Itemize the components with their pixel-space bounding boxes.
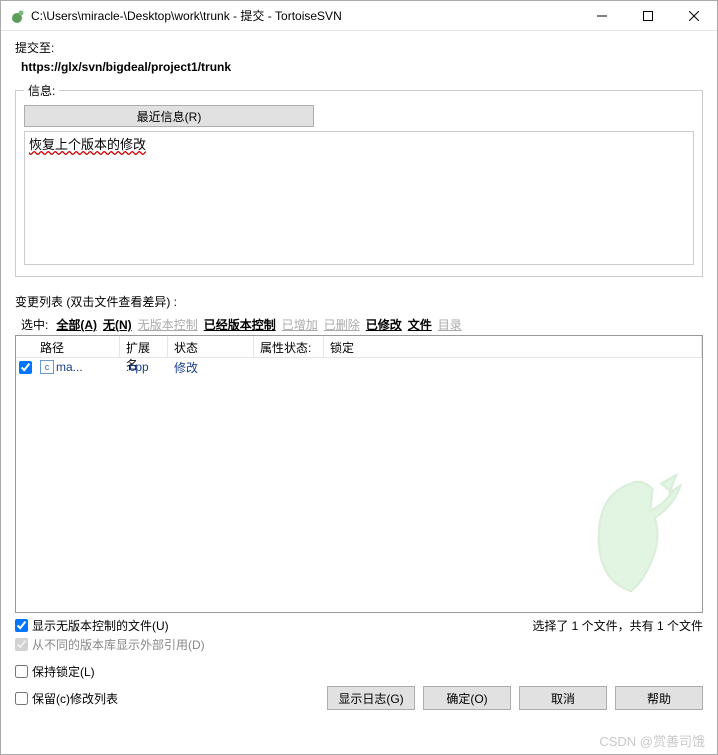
col-lock[interactable]: 锁定 bbox=[324, 336, 702, 357]
file-list-header: 路径 扩展名 状态 属性状态: 锁定 bbox=[16, 336, 702, 358]
col-checkbox[interactable] bbox=[16, 336, 34, 357]
show-externals-label: 从不同的版本库显示外部引用(D) bbox=[32, 636, 205, 653]
titlebar: C:\Users\miracle-\Desktop\work\trunk - 提… bbox=[1, 1, 717, 31]
filter-无版本控制: 无版本控制 bbox=[138, 318, 198, 332]
file-list-body[interactable]: cma... .cpp修改 bbox=[16, 358, 702, 612]
button-row: 保留(c)修改列表 显示日志(G) 确定(O) 取消 帮助 bbox=[15, 686, 703, 710]
filter-已经版本控制[interactable]: 已经版本控制 bbox=[204, 318, 276, 332]
selection-info: 选择了 1 个文件，共有 1 个文件 bbox=[532, 617, 703, 634]
maximize-button[interactable] bbox=[625, 1, 671, 30]
window-controls bbox=[579, 1, 717, 30]
col-propstatus[interactable]: 属性状态: bbox=[254, 336, 324, 357]
ok-button[interactable]: 确定(O) bbox=[423, 686, 511, 710]
info-legend: 信息: bbox=[24, 82, 59, 99]
filter-全部(A)[interactable]: 全部(A) bbox=[56, 318, 97, 332]
below-list: 显示无版本控制的文件(U) 从不同的版本库显示外部引用(D) 选择了 1 个文件… bbox=[15, 617, 703, 653]
commit-message-input[interactable]: 恢复上个版本的修改 bbox=[24, 131, 694, 265]
show-externals-input bbox=[15, 638, 28, 651]
checks-left: 显示无版本控制的文件(U) 从不同的版本库显示外部引用(D) bbox=[15, 617, 205, 653]
recent-messages-button[interactable]: 最近信息(R) bbox=[24, 105, 314, 127]
col-ext[interactable]: 扩展名 bbox=[120, 336, 168, 357]
changelist-label: 变更列表 (双击文件查看差异) : bbox=[15, 293, 703, 310]
help-button[interactable]: 帮助 bbox=[615, 686, 703, 710]
file-name: ma... bbox=[56, 360, 83, 374]
filter-row: 选中: 全部(A) 无(N) 无版本控制已经版本控制已增加已删除已修改文件目录 bbox=[15, 314, 703, 335]
commit-url: https://glx/svn/bigdeal/project1/trunk bbox=[15, 60, 703, 74]
commit-to-label: 提交至: bbox=[15, 39, 703, 56]
table-row[interactable]: cma... .cpp修改 bbox=[16, 358, 702, 376]
filter-目录: 目录 bbox=[438, 318, 462, 332]
file-status: 修改 bbox=[168, 359, 254, 376]
filter-label: 选中: bbox=[21, 316, 48, 333]
col-path[interactable]: 路径 bbox=[34, 336, 120, 357]
filter-无(N)[interactable]: 无(N) bbox=[103, 318, 132, 332]
col-status[interactable]: 状态 bbox=[168, 336, 254, 357]
window-title: C:\Users\miracle-\Desktop\work\trunk - 提… bbox=[31, 7, 579, 24]
file-type-icon: c bbox=[40, 360, 54, 374]
keep-locks-checkbox[interactable]: 保持锁定(L) bbox=[15, 663, 703, 680]
filter-文件[interactable]: 文件 bbox=[408, 318, 432, 332]
content: 提交至: https://glx/svn/bigdeal/project1/tr… bbox=[1, 31, 717, 754]
filter-已修改[interactable]: 已修改 bbox=[366, 318, 402, 332]
keep-locks-input[interactable] bbox=[15, 665, 28, 678]
show-unversioned-label: 显示无版本控制的文件(U) bbox=[32, 617, 169, 634]
filter-已增加: 已增加 bbox=[282, 318, 318, 332]
show-unversioned-checkbox[interactable]: 显示无版本控制的文件(U) bbox=[15, 617, 205, 634]
commit-to-section: 提交至: https://glx/svn/bigdeal/project1/tr… bbox=[15, 39, 703, 82]
file-list: 路径 扩展名 状态 属性状态: 锁定 cma... .cpp修改 bbox=[15, 335, 703, 613]
filter-已删除: 已删除 bbox=[324, 318, 360, 332]
file-ext: .cpp bbox=[120, 360, 168, 374]
tortoisesvn-icon bbox=[9, 8, 25, 24]
commit-dialog: C:\Users\miracle-\Desktop\work\trunk - 提… bbox=[0, 0, 718, 755]
info-fieldset: 信息: 最近信息(R) 恢复上个版本的修改 bbox=[15, 82, 703, 277]
minimize-button[interactable] bbox=[579, 1, 625, 30]
keep-locks-label: 保持锁定(L) bbox=[32, 663, 95, 680]
show-externals-checkbox: 从不同的版本库显示外部引用(D) bbox=[15, 636, 205, 653]
keep-changelist-input[interactable] bbox=[15, 692, 28, 705]
row-checkbox[interactable] bbox=[19, 361, 32, 374]
cancel-button[interactable]: 取消 bbox=[519, 686, 607, 710]
show-unversioned-input[interactable] bbox=[15, 619, 28, 632]
keep-changelist-checkbox[interactable]: 保留(c)修改列表 bbox=[15, 690, 319, 707]
tortoise-watermark-icon bbox=[576, 462, 686, 602]
keep-changelist-label: 保留(c)修改列表 bbox=[32, 690, 118, 707]
show-log-button[interactable]: 显示日志(G) bbox=[327, 686, 415, 710]
bottom-area: 保持锁定(L) 保留(c)修改列表 显示日志(G) 确定(O) 取消 帮助 bbox=[15, 663, 703, 710]
close-button[interactable] bbox=[671, 1, 717, 30]
